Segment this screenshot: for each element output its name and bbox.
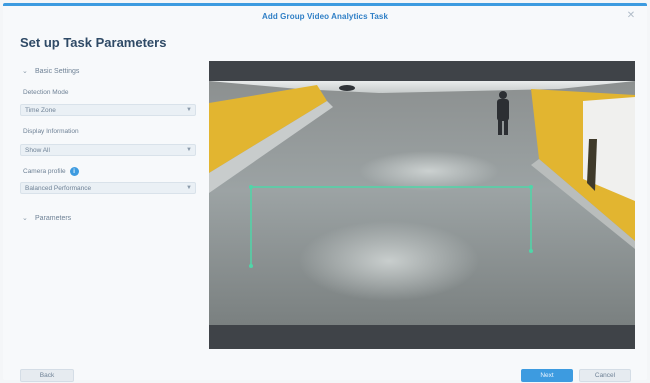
basic-settings-label: Basic Settings [35,67,80,75]
camera-profile-select[interactable]: Balanced Performance ▼ [20,182,196,194]
camera-profile-label-text: Camera profile [23,168,66,175]
chevron-down-icon: ▼ [186,107,192,113]
window-title: Add Group Video Analytics Task [262,11,388,21]
display-information-value: Show All [25,147,50,154]
camera-frame [209,61,635,349]
close-icon[interactable]: ✕ [625,10,637,22]
camera-preview[interactable] [209,61,635,349]
basic-settings-header[interactable]: ⌄ Basic Settings [22,67,80,76]
floor-reflection-far [359,151,499,191]
cancel-button[interactable]: Cancel [579,369,631,382]
letterbox-bottom [209,325,635,349]
page-title: Set up Task Parameters [20,35,167,50]
back-button[interactable]: Back [20,369,74,382]
detection-mode-select[interactable]: Time Zone ▼ [20,104,196,116]
parameters-header[interactable]: ⌄ Parameters [22,214,72,223]
info-icon[interactable]: i [69,167,79,176]
chevron-down-icon: ⌄ [22,215,28,222]
zone-handle[interactable] [249,185,253,189]
parked-car [339,85,355,91]
title-bar: Add Group Video Analytics Task ✕ [3,6,647,26]
detection-mode-value: Time Zone [25,107,56,114]
chevron-down-icon: ▼ [186,147,192,153]
camera-profile-value: Balanced Performance [25,185,92,192]
zone-handle[interactable] [249,264,253,268]
display-information-label: Display Information [23,128,79,135]
floor-reflection [299,221,479,301]
parameters-label: Parameters [35,214,72,222]
chevron-down-icon: ▼ [186,185,192,191]
display-information-select[interactable]: Show All ▼ [20,144,196,156]
letterbox-top [209,61,635,81]
chevron-down-icon: ⌄ [22,68,28,75]
next-button[interactable]: Next [521,369,573,382]
detection-mode-label: Detection Mode [23,89,69,96]
zone-handle[interactable] [529,185,533,189]
zone-handle[interactable] [529,249,533,253]
camera-profile-label: Camera profile i [23,167,79,176]
